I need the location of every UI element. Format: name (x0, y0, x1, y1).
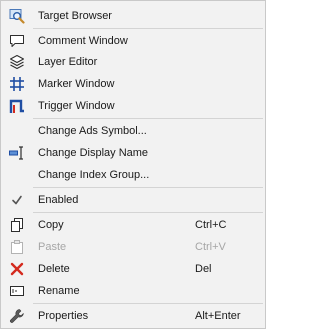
context-menu: Target Browser Comment Window Layer Edit… (0, 0, 266, 329)
menu-item-comment-window[interactable]: Comment Window (1, 30, 265, 52)
menu-item-layer-editor[interactable]: Layer Editor (1, 51, 265, 73)
menu-item-label: Change Ads Symbol... (38, 125, 147, 137)
menu-item-target-browser[interactable]: Target Browser (1, 5, 265, 27)
menu-item-label: Paste (38, 241, 67, 253)
menu-item-trigger-window[interactable]: Trigger Window (1, 95, 265, 117)
menu-item-label: Delete (38, 263, 70, 275)
checkmark-icon (9, 192, 25, 208)
marker-grid-icon (9, 76, 25, 92)
menu-item-label: Layer Editor (38, 56, 98, 68)
menu-item-marker-window[interactable]: Marker Window (1, 73, 265, 95)
menu-separator (33, 28, 263, 29)
menu-item-properties[interactable]: Properties Alt+Enter (1, 305, 265, 327)
text-cursor-icon (9, 145, 25, 161)
menu-item-paste[interactable]: Paste Ctrl+V (1, 236, 265, 258)
menu-item-shortcut: Alt+Enter (195, 310, 241, 322)
menu-item-label: Enabled (38, 194, 79, 206)
speech-bubble-icon (9, 33, 25, 49)
menu-item-label: Properties (38, 310, 89, 322)
menu-item-enabled[interactable]: Enabled (1, 189, 265, 211)
menu-item-change-display-name[interactable]: Change Display Name (1, 142, 265, 164)
red-x-icon (9, 261, 25, 277)
rename-icon (9, 283, 25, 299)
paste-icon (9, 239, 25, 255)
magnifier-screen-icon (9, 8, 25, 24)
layers-icon (9, 54, 25, 70)
menu-item-label: Marker Window (38, 78, 115, 90)
menu-item-shortcut: Ctrl+V (195, 241, 226, 253)
copy-icon (9, 217, 25, 233)
menu-item-label: Change Display Name (38, 147, 149, 159)
menu-item-copy[interactable]: Copy Ctrl+C (1, 214, 265, 236)
menu-item-label: Trigger Window (38, 100, 115, 112)
menu-item-label: Comment Window (38, 35, 128, 47)
menu-item-change-index-group[interactable]: Change Index Group... (1, 164, 265, 186)
menu-item-rename[interactable]: Rename (1, 280, 265, 302)
menu-item-change-ads-symbol[interactable]: Change Ads Symbol... (1, 120, 265, 142)
menu-item-label: Target Browser (38, 10, 112, 22)
menu-item-label: Change Index Group... (38, 169, 150, 181)
menu-item-delete[interactable]: Delete Del (1, 258, 265, 280)
menu-item-label: Copy (38, 219, 64, 231)
menu-separator (33, 118, 263, 119)
menu-item-label: Rename (38, 285, 80, 297)
wrench-icon (9, 308, 25, 324)
menu-item-shortcut: Ctrl+C (195, 219, 227, 231)
menu-item-shortcut: Del (195, 263, 212, 275)
menu-separator (33, 187, 263, 188)
menu-separator (33, 303, 263, 304)
trigger-pulse-icon (9, 98, 25, 114)
menu-separator (33, 212, 263, 213)
